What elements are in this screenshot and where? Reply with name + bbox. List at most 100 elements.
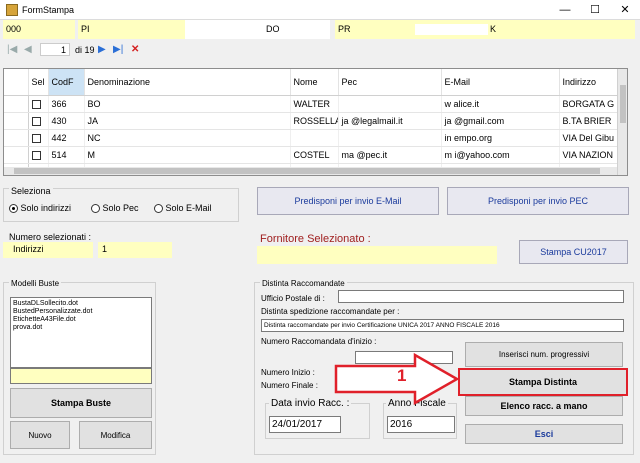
grid-header-row: Sel CodF Denominazione Nome Pec E-Mail I… bbox=[4, 69, 625, 96]
stampa-distinta-button[interactable]: Stampa Distinta bbox=[458, 368, 628, 396]
column-header-codf[interactable]: CodF bbox=[48, 69, 85, 96]
header-field-redacted: DO bbox=[185, 20, 330, 39]
modelli-buste-group: Modelli Buste BustaDLSollecito.dot Buste… bbox=[3, 279, 156, 455]
header-field-name[interactable]: PI bbox=[78, 20, 185, 39]
header-field-name-text: PI bbox=[81, 24, 90, 34]
cell-nome[interactable] bbox=[290, 129, 339, 147]
select-checkbox[interactable] bbox=[28, 112, 49, 130]
cell-indirizzo[interactable]: VIA NAZION bbox=[559, 146, 625, 164]
cell-pec[interactable] bbox=[338, 129, 442, 147]
cell-email[interactable]: ja @gmail.com bbox=[441, 112, 560, 130]
cell-denominazione[interactable]: BO bbox=[84, 95, 291, 113]
ufficio-input[interactable] bbox=[338, 290, 624, 303]
cell-codf[interactable]: 430 bbox=[48, 112, 85, 130]
list-item[interactable]: BustaDLSollecito.dot bbox=[13, 300, 149, 308]
radio-solo-indirizzi[interactable]: Solo indirizzi bbox=[9, 203, 71, 214]
last-record-icon[interactable]: ▶| bbox=[113, 44, 123, 55]
select-checkbox[interactable] bbox=[28, 129, 49, 147]
column-header-pec[interactable]: Pec bbox=[338, 69, 442, 96]
spedizione-label: Distinta spedizione raccomandate per : bbox=[261, 307, 400, 316]
column-header-sel[interactable]: Sel bbox=[28, 69, 49, 96]
table-row[interactable]: 430 JA ROSSELLA ja @legalmail.it ja @gma… bbox=[4, 112, 625, 130]
spedizione-input[interactable]: Distinta raccomandate per invio Certific… bbox=[261, 319, 624, 332]
data-input[interactable]: 24/01/2017 bbox=[269, 416, 341, 433]
cell-denominazione[interactable]: JA bbox=[84, 112, 291, 130]
modifica-button[interactable]: Modifica bbox=[79, 421, 152, 449]
list-item[interactable]: EtichetteA43File.dot bbox=[13, 316, 149, 324]
numero-inizio-label: Numero Inizio : bbox=[261, 368, 315, 377]
select-checkbox[interactable] bbox=[28, 146, 49, 164]
elenco-button[interactable]: Elenco racc. a mano bbox=[465, 396, 623, 416]
grid-horizontal-scrollbar[interactable] bbox=[4, 167, 617, 175]
cell-indirizzo[interactable]: VIA Del Gibu bbox=[559, 129, 625, 147]
column-header-email[interactable]: E-Mail bbox=[441, 69, 560, 96]
row-header[interactable] bbox=[4, 146, 29, 164]
row-header[interactable] bbox=[4, 95, 29, 113]
cell-codf[interactable]: 514 bbox=[48, 146, 85, 164]
records-grid[interactable]: Sel CodF Denominazione Nome Pec E-Mail I… bbox=[3, 68, 628, 176]
prev-record-icon[interactable]: ◀ bbox=[24, 44, 32, 55]
cell-indirizzo[interactable]: BORGATA G bbox=[559, 95, 625, 113]
header-field-code[interactable]: 000 bbox=[3, 20, 75, 39]
cell-denominazione[interactable]: M bbox=[84, 146, 291, 164]
cell-nome[interactable]: COSTEL bbox=[290, 146, 339, 164]
first-record-icon[interactable]: |◀ bbox=[7, 44, 17, 55]
page-input[interactable]: 1 bbox=[40, 43, 70, 56]
list-item[interactable]: BustedPersonalizzate.dot bbox=[13, 308, 149, 316]
cell-nome[interactable]: WALTER bbox=[290, 95, 339, 113]
predisponi-email-button[interactable]: Predisponi per invio E-Mail bbox=[257, 187, 439, 215]
table-row[interactable]: 514 M COSTEL ma @pec.it m i@yahoo.com VI… bbox=[4, 146, 625, 164]
horizontal-scroll-thumb[interactable] bbox=[14, 168, 600, 174]
predisponi-pec-button[interactable]: Predisponi per invio PEC bbox=[447, 187, 629, 215]
stampa-buste-button[interactable]: Stampa Buste bbox=[10, 388, 152, 418]
anno-group: Anno Fiscale 2016 bbox=[383, 398, 457, 439]
select-checkbox[interactable] bbox=[28, 95, 49, 113]
cell-denominazione[interactable]: NC bbox=[84, 129, 291, 147]
cell-codf[interactable]: 442 bbox=[48, 129, 85, 147]
cell-pec[interactable]: ja @legalmail.it bbox=[338, 112, 442, 130]
maximize-button[interactable]: ☐ bbox=[580, 0, 610, 20]
cell-email[interactable]: m i@yahoo.com bbox=[441, 146, 560, 164]
numero-inizio-racc-label: Numero Raccomandata d'inizio : bbox=[261, 337, 377, 346]
row-header[interactable] bbox=[4, 112, 29, 130]
inserisci-button[interactable]: Inserisci num. progressivi bbox=[465, 342, 623, 367]
delete-icon[interactable]: ✕ bbox=[131, 44, 139, 55]
column-header-denominazione[interactable]: Denominazione bbox=[84, 69, 291, 96]
row-header-corner bbox=[4, 69, 29, 96]
stampa-cu-button[interactable]: Stampa CU2017 bbox=[519, 240, 628, 264]
numero-type-field: Indirizzi bbox=[3, 242, 93, 258]
fornitore-label: Fornitore Selezionato : bbox=[260, 233, 371, 245]
list-item[interactable]: prova.dot bbox=[13, 324, 149, 332]
nuovo-button[interactable]: Nuovo bbox=[10, 421, 70, 449]
next-record-icon[interactable]: ▶ bbox=[98, 44, 106, 55]
cell-indirizzo[interactable]: B.TA BRIER bbox=[559, 112, 625, 130]
minimize-button[interactable]: — bbox=[550, 0, 580, 20]
radio-solo-email[interactable]: Solo E-Mail bbox=[154, 203, 212, 214]
header-field-province-suffix: K bbox=[490, 24, 497, 34]
header-field-province[interactable]: PR K bbox=[335, 20, 635, 39]
cell-nome[interactable]: ROSSELLA bbox=[290, 112, 339, 130]
column-header-nome[interactable]: Nome bbox=[290, 69, 339, 96]
cell-email[interactable]: w alice.it bbox=[441, 95, 560, 113]
modello-selected-field[interactable] bbox=[10, 368, 152, 384]
row-header[interactable] bbox=[4, 129, 29, 147]
distinta-title: Distinta Raccomandate bbox=[260, 279, 347, 288]
esci-button[interactable]: Esci bbox=[465, 424, 623, 444]
cell-pec[interactable]: ma @pec.it bbox=[338, 146, 442, 164]
close-button[interactable]: ✕ bbox=[610, 0, 640, 20]
radio-solo-pec[interactable]: Solo Pec bbox=[91, 203, 139, 214]
vertical-scroll-thumb[interactable] bbox=[620, 85, 626, 123]
table-row[interactable]: 366 BO WALTER w alice.it BORGATA G bbox=[4, 95, 625, 113]
ufficio-label: Ufficio Postale di : bbox=[261, 294, 325, 303]
column-header-indirizzo[interactable]: Indirizzo bbox=[559, 69, 625, 96]
cell-codf[interactable]: 366 bbox=[48, 95, 85, 113]
page-count-label: di 19 bbox=[75, 45, 95, 55]
cell-pec[interactable] bbox=[338, 95, 442, 113]
cell-email[interactable]: in empo.org bbox=[441, 129, 560, 147]
header-field-province-text: PR bbox=[338, 24, 351, 34]
anno-input[interactable]: 2016 bbox=[387, 416, 455, 433]
modelli-listbox[interactable]: BustaDLSollecito.dot BustedPersonalizzat… bbox=[10, 297, 152, 368]
grid-vertical-scrollbar[interactable] bbox=[617, 69, 627, 175]
table-row[interactable]: 442 NC in empo.org VIA Del Gibu bbox=[4, 129, 625, 147]
fornitore-field bbox=[257, 246, 497, 264]
